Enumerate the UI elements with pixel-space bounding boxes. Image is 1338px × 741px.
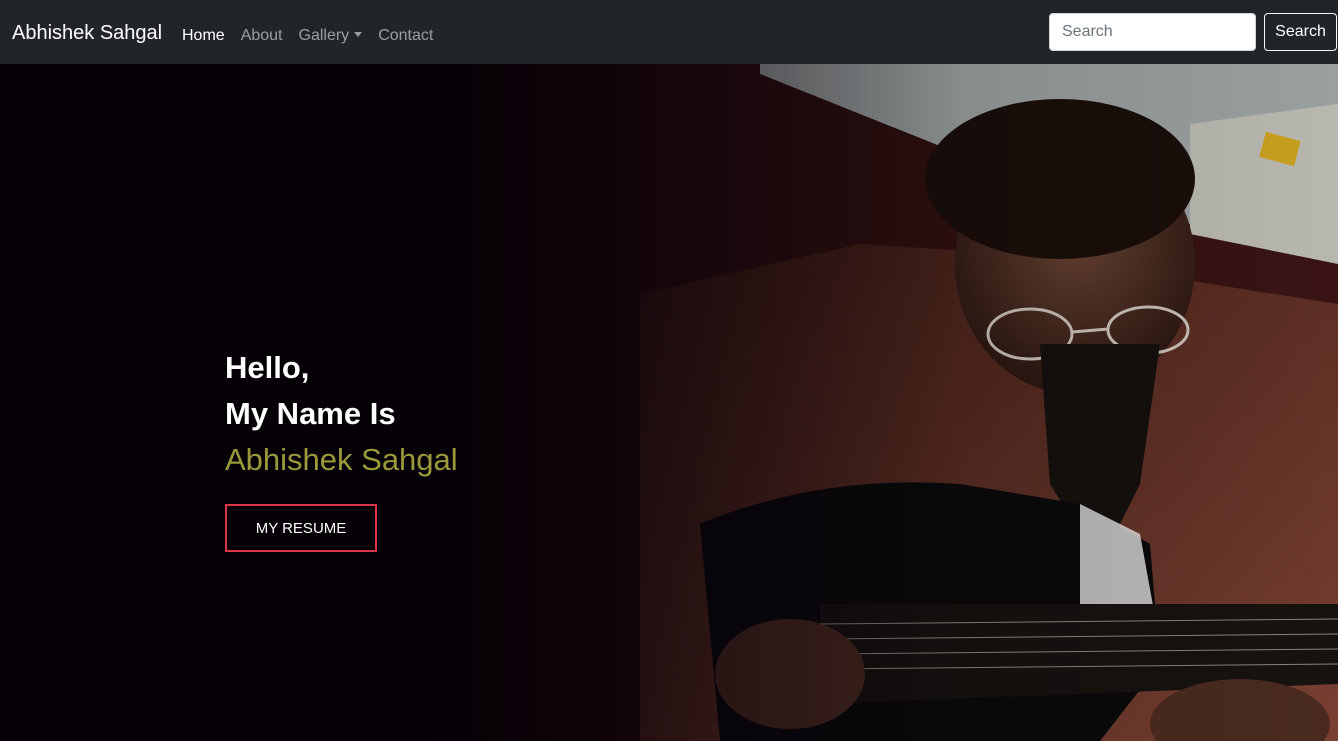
nav-link-gallery-dropdown[interactable]: Gallery [299, 25, 363, 47]
hero-section [0, 64, 1338, 741]
hero-greeting: Hello, [225, 350, 310, 385]
hero-dark-overlay [0, 64, 1338, 741]
nav-link-about[interactable]: About [241, 25, 283, 47]
hero-text: Hello, My Name Is Abhishek Sahgal [225, 345, 458, 483]
hero-name: Abhishek Sahgal [225, 442, 458, 477]
search-input[interactable] [1049, 13, 1256, 51]
nav-links: Home About Gallery Contact [182, 25, 433, 47]
brand-link[interactable]: Abhishek Sahgal [12, 20, 162, 46]
nav-link-contact[interactable]: Contact [378, 25, 433, 47]
hero-intro: My Name Is [225, 396, 396, 431]
resume-button[interactable]: MY RESUME [225, 504, 377, 552]
nav-link-gallery-label: Gallery [298, 27, 350, 44]
search-button[interactable]: Search [1264, 13, 1337, 51]
navbar: Abhishek Sahgal Home About Gallery Conta… [0, 0, 1338, 64]
nav-link-home[interactable]: Home [182, 25, 225, 47]
caret-down-icon [354, 32, 363, 37]
